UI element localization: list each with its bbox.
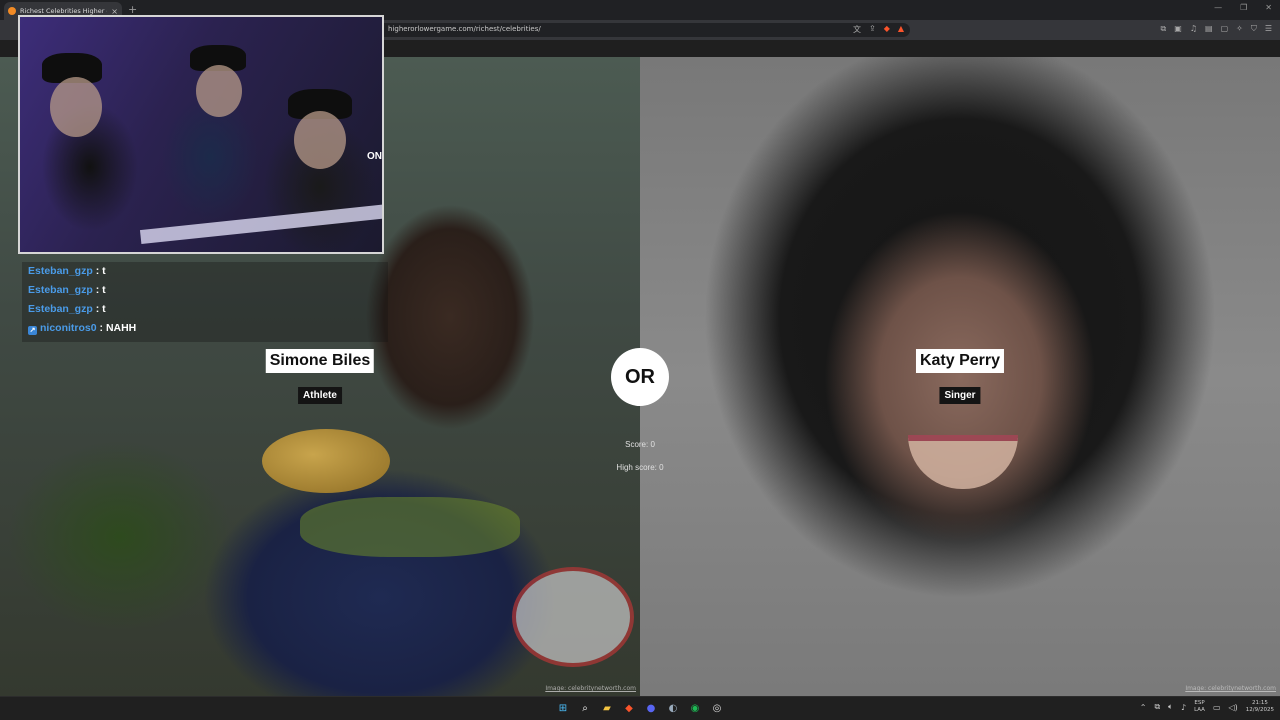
score-display: Score: 0 [625, 440, 655, 449]
olympic-team-patch [512, 567, 634, 667]
right-celebrity-category: Singer [939, 387, 981, 404]
system-clock[interactable]: 21:15 12/9/2025 [1246, 700, 1274, 714]
speaker-icon[interactable]: ◁) [1229, 703, 1238, 712]
chat-overlay: Esteban_gzp : t Esteban_gzp : t Esteban_… [22, 262, 388, 342]
menu-icon[interactable]: ☰ [1265, 24, 1272, 34]
tab-title: Richest Celebrities Higher or Lower [20, 7, 107, 15]
screenshot-icon[interactable]: ▣ [1174, 24, 1182, 34]
address-bar[interactable]: higherorlowergame.com/richest/celebritie… [370, 23, 910, 37]
streamer-face [294, 111, 346, 169]
lang-code: ESP [1194, 700, 1205, 706]
lang-layout: LAA [1194, 707, 1205, 713]
right-celebrity-name: Katy Perry [915, 349, 1005, 373]
tray-overflow-icon[interactable]: ⌃ [1140, 703, 1147, 712]
minimize-icon[interactable]: — [1214, 3, 1222, 12]
chat-message: Esteban_gzp : t [28, 284, 106, 296]
left-image-credit[interactable]: Image: celebritynetworth.com [545, 685, 636, 692]
chat-message: Esteban_gzp : t [28, 265, 106, 277]
obs-icon[interactable]: ◎ [709, 700, 725, 716]
chat-separator: : [95, 303, 100, 315]
vpn-icon[interactable]: ⛉ [1251, 24, 1257, 34]
mic-icon[interactable]: ♪ [1181, 703, 1186, 712]
chat-text: NAHH [105, 322, 137, 334]
smile-graphic [908, 435, 1018, 489]
chat-separator: : [99, 322, 104, 334]
chat-separator: : [95, 265, 100, 277]
spotify-icon[interactable]: ◉ [687, 700, 703, 716]
media-icon[interactable]: ♫ [1190, 24, 1197, 34]
share-icon[interactable]: ⇪ [869, 24, 876, 35]
right-image-credit[interactable]: Image: celebritynetworth.com [1185, 685, 1276, 692]
extensions-icon[interactable]: ⧉ [1161, 24, 1167, 34]
ribbon-graphic [300, 497, 520, 557]
cam-side-text: ON [367, 151, 382, 162]
leo-icon[interactable]: ✧ [1236, 24, 1243, 34]
chat-text: t [102, 303, 106, 315]
chat-text: t [102, 265, 106, 277]
streamer-face [50, 77, 102, 137]
left-celebrity-category: Athlete [298, 387, 342, 404]
right-celebrity-panel[interactable]: Katy Perry Singer Image: celebritynetwor… [640, 57, 1280, 696]
chat-username: Esteban_gzp [28, 265, 93, 277]
chat-separator: : [95, 284, 100, 296]
sidebar-icon[interactable]: ▤ [1205, 24, 1213, 34]
brave-rewards-icon[interactable]: ▲ [898, 24, 904, 35]
streamer-face [196, 65, 242, 117]
file-explorer-icon[interactable]: ▰ [599, 700, 615, 716]
discord-icon[interactable]: ● [643, 700, 659, 716]
search-icon[interactable]: ⌕ [577, 700, 593, 716]
brave-icon[interactable]: ◆ [621, 700, 637, 716]
chat-text: t [102, 284, 106, 296]
chat-username: Esteban_gzp [28, 284, 93, 296]
brave-shields-icon[interactable]: ◆ [884, 24, 890, 35]
chat-message: ↗ niconitros0 : NAHH [28, 322, 136, 335]
translate-icon[interactable]: 文 [853, 24, 861, 35]
volume-icon[interactable]: 🔈︎ [1168, 702, 1173, 712]
network-icon[interactable]: ⧉ [1154, 702, 1160, 712]
clock-time: 21:15 [1251, 700, 1268, 706]
tabs-icon[interactable]: ▢ [1221, 24, 1229, 34]
chat-username: Esteban_gzp [28, 303, 93, 315]
close-window-icon[interactable]: ✕ [1265, 3, 1272, 12]
desk-graphic [139, 203, 382, 245]
chat-message: Esteban_gzp : t [28, 303, 106, 315]
site-favicon-icon [8, 7, 16, 15]
chat-username: niconitros0 [40, 322, 97, 334]
toolbar-actions: ⧉ ▣ ♫ ▤ ▢ ✧ ⛉ ☰ [1161, 24, 1272, 34]
input-language[interactable]: ESP LAA [1194, 700, 1205, 714]
steam-icon[interactable]: ◐ [665, 700, 681, 716]
windows-taskbar: ⊞ ⌕ ▰ ◆ ● ◐ ◉ ◎ ⌃ ⧉ 🔈︎ ♪ ESP LAA ▭ ◁) 21… [0, 696, 1280, 720]
window-controls: — ❐ ✕ [1214, 3, 1272, 12]
prime-badge-icon: ↗ [28, 326, 37, 335]
left-celebrity-name: Simone Biles [265, 349, 375, 373]
gold-medal-graphic [262, 429, 390, 493]
system-tray: ⌃ ⧉ 🔈︎ ♪ ESP LAA ▭ ◁) 21:15 12/9/2025 [1140, 700, 1274, 714]
windows-start-icon[interactable]: ⊞ [555, 700, 571, 716]
url-text[interactable]: higherorlowergame.com/richest/celebritie… [388, 25, 541, 33]
high-score-display: High score: 0 [616, 463, 664, 472]
display-icon[interactable]: ▭ [1213, 703, 1221, 712]
maximize-icon[interactable]: ❐ [1240, 3, 1247, 12]
or-divider: OR [611, 348, 669, 406]
clock-date: 12/9/2025 [1245, 707, 1274, 713]
webcam-overlay [18, 15, 384, 254]
